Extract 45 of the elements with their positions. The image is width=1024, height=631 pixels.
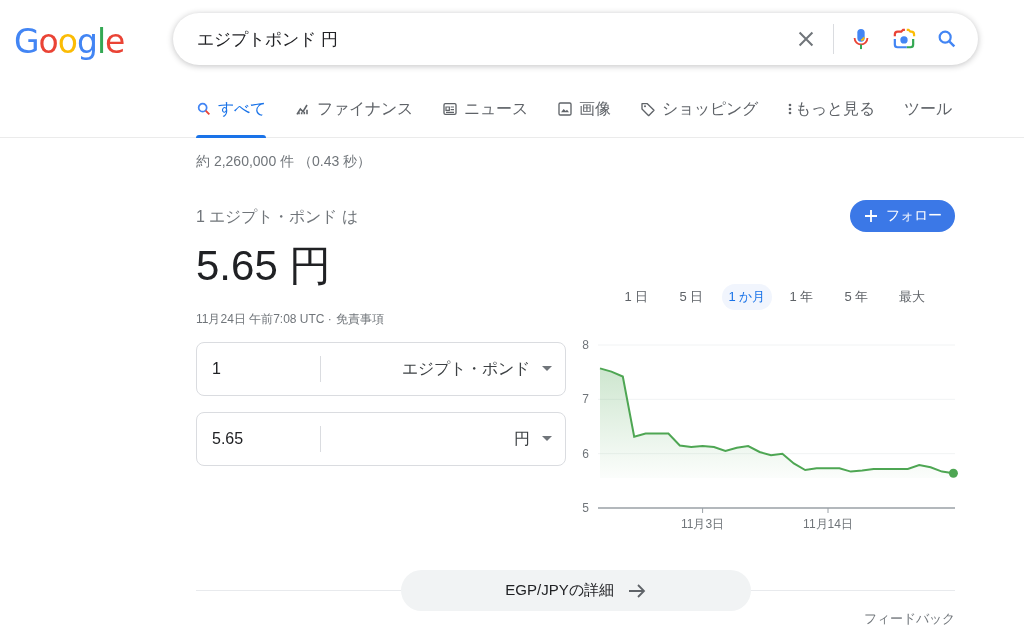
- search-tab[interactable]: もっと見る: [787, 82, 875, 138]
- currency-dropdown[interactable]: 円: [321, 428, 565, 450]
- axis-label: 8: [582, 338, 589, 352]
- axis-label: 6: [582, 446, 589, 461]
- timestamp: 11月24日 午前7:08 UTC ·: [196, 312, 332, 326]
- amount-field[interactable]: 1: [197, 360, 320, 378]
- google-logo[interactable]: Google: [14, 21, 154, 61]
- result-stats: 約 2,260,000 件 （0.43 秒）: [195, 153, 373, 171]
- range-tab[interactable]: 最大: [884, 284, 939, 310]
- axis-label: 11月14日: [803, 517, 853, 531]
- search-icon[interactable]: [936, 28, 958, 50]
- range-tab[interactable]: 5 日: [664, 284, 719, 310]
- disclaimer-link[interactable]: 免責事項: [335, 312, 384, 326]
- search-tab[interactable]: ツール: [904, 82, 952, 138]
- tag-icon: [640, 101, 656, 117]
- conversion-result: 5.65 円: [196, 241, 333, 290]
- axis-label: 11月3日: [681, 517, 725, 531]
- follow-button[interactable]: フォロー: [850, 200, 955, 232]
- dropdown-caret-icon: [542, 366, 552, 372]
- amount-field[interactable]: 5.65: [197, 430, 320, 448]
- camera-icon[interactable]: [892, 28, 916, 50]
- arrow-right-icon: [627, 582, 646, 599]
- details-button[interactable]: EGP/JPYの詳細: [400, 570, 751, 611]
- range-tab[interactable]: 1 か月: [722, 284, 772, 310]
- range-tab[interactable]: 5 年: [829, 284, 884, 310]
- search-field[interactable]: エジプトポンド 円: [173, 13, 978, 65]
- dropdown-caret-icon: [542, 436, 552, 442]
- search-tab[interactable]: 画像: [557, 82, 611, 138]
- search-tab[interactable]: ファイナンス: [295, 82, 413, 138]
- axis-label: 5: [582, 501, 589, 515]
- image-icon: [557, 101, 573, 117]
- newspaper-icon: [442, 101, 458, 117]
- range-tab[interactable]: 1 日: [609, 284, 664, 310]
- range-tab[interactable]: 1 年: [774, 284, 829, 310]
- feedback-link[interactable]: フィードバック: [864, 610, 955, 628]
- search-icon: [196, 101, 212, 117]
- search-tab[interactable]: ショッピング: [640, 82, 758, 138]
- axis-label: 7: [582, 392, 589, 407]
- search-tab[interactable]: ニュース: [442, 82, 528, 138]
- more-icon: [787, 101, 793, 117]
- currency-dropdown[interactable]: エジプト・ポンド: [321, 358, 565, 380]
- conversion-heading: 1 エジプト・ポンド は: [196, 207, 359, 227]
- plus-icon: [863, 209, 878, 223]
- search-tab[interactable]: すべて: [196, 82, 266, 138]
- end-point-dot: [948, 468, 958, 478]
